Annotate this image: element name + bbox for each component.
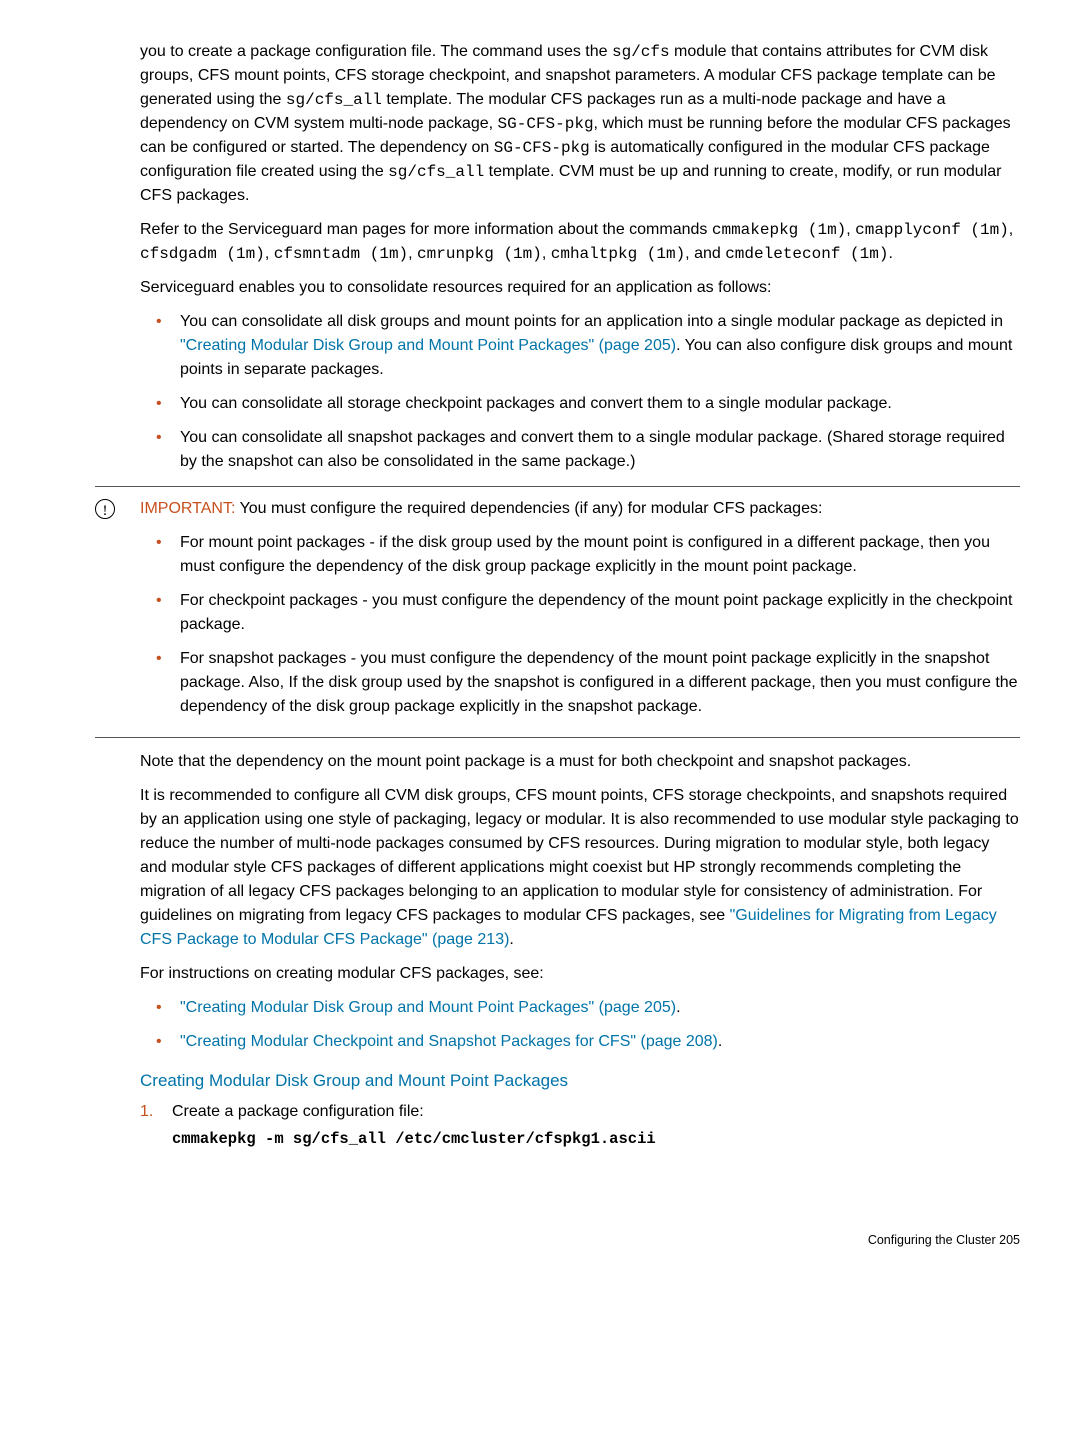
step-1: Create a package configuration file: cmm… [140, 1100, 1020, 1151]
inline-code: sg/cfs_all [388, 163, 484, 181]
inline-code: SG-CFS-pkg [498, 115, 594, 133]
consolidate-list: You can consolidate all disk groups and … [140, 310, 1020, 474]
text: . [509, 931, 513, 948]
text: . [718, 1033, 722, 1050]
text: You can consolidate all disk groups and … [180, 313, 1003, 330]
paragraph-instructions-intro: For instructions on creating modular CFS… [140, 962, 1020, 986]
step-text: Create a package configuration file: [172, 1103, 424, 1120]
inline-code: cmhaltpkg (1m) [551, 245, 685, 263]
instructions-links-list: "Creating Modular Disk Group and Mount P… [140, 996, 1020, 1054]
paragraph-note-dependency: Note that the dependency on the mount po… [140, 750, 1020, 774]
link-creating-modular-dg-mp[interactable]: "Creating Modular Disk Group and Mount P… [180, 999, 676, 1016]
page-footer: Configuring the Cluster 205 [140, 1231, 1020, 1250]
list-item: You can consolidate all storage checkpoi… [140, 392, 1020, 416]
text: you to create a package configuration fi… [140, 43, 612, 60]
link-creating-modular-dg-mp[interactable]: "Creating Modular Disk Group and Mount P… [180, 337, 676, 354]
inline-code: cmapplyconf (1m) [855, 221, 1009, 239]
text: . [676, 999, 680, 1016]
step-code: cmmakepkg -m sg/cfs_all /etc/cmcluster/c… [172, 1128, 1020, 1151]
inline-code: cmrunpkg (1m) [417, 245, 542, 263]
text: Refer to the Serviceguard man pages for … [140, 221, 712, 238]
inline-code: sg/cfs [612, 43, 670, 61]
list-item: For snapshot packages - you must configu… [140, 647, 1020, 719]
text: It is recommended to configure all CVM d… [140, 787, 1019, 924]
paragraph-manpages: Refer to the Serviceguard man pages for … [140, 218, 1020, 266]
paragraph-consolidate-intro: Serviceguard enables you to consolidate … [140, 276, 1020, 300]
list-item: For mount point packages - if the disk g… [140, 531, 1020, 579]
link-creating-modular-checkpoint-snapshot[interactable]: "Creating Modular Checkpoint and Snapsho… [180, 1033, 718, 1050]
important-icon: ! [95, 499, 115, 519]
important-list: For mount point packages - if the disk g… [140, 531, 1020, 719]
important-lead: IMPORTANT: You must configure the requir… [140, 497, 1020, 521]
text: , [1009, 221, 1013, 238]
text: You must configure the required dependen… [235, 500, 822, 517]
paragraph-recommendation: It is recommended to configure all CVM d… [140, 784, 1020, 952]
text: , [846, 221, 855, 238]
list-item: You can consolidate all disk groups and … [140, 310, 1020, 382]
section-heading-creating-modular: Creating Modular Disk Group and Mount Po… [140, 1068, 1020, 1094]
inline-code: sg/cfs_all [286, 91, 382, 109]
text: , [408, 245, 417, 262]
text: , [542, 245, 551, 262]
inline-code: cfsmntadm (1m) [274, 245, 408, 263]
inline-code: cfsdgadm (1m) [140, 245, 265, 263]
inline-code: SG-CFS-pkg [494, 139, 590, 157]
list-item: "Creating Modular Disk Group and Mount P… [140, 996, 1020, 1020]
text: , [265, 245, 274, 262]
inline-code: cmdeleteconf (1m) [725, 245, 888, 263]
list-item: For checkpoint packages - you must confi… [140, 589, 1020, 637]
important-label: IMPORTANT: [140, 500, 235, 517]
text: , and [685, 245, 725, 262]
list-item: "Creating Modular Checkpoint and Snapsho… [140, 1030, 1020, 1054]
inline-code: cmmakepkg (1m) [712, 221, 846, 239]
steps-list: Create a package configuration file: cmm… [140, 1100, 1020, 1151]
paragraph-intro: you to create a package configuration fi… [140, 40, 1020, 208]
important-callout: ! IMPORTANT: You must configure the requ… [95, 486, 1020, 738]
text: . [888, 245, 892, 262]
list-item: You can consolidate all snapshot package… [140, 426, 1020, 474]
